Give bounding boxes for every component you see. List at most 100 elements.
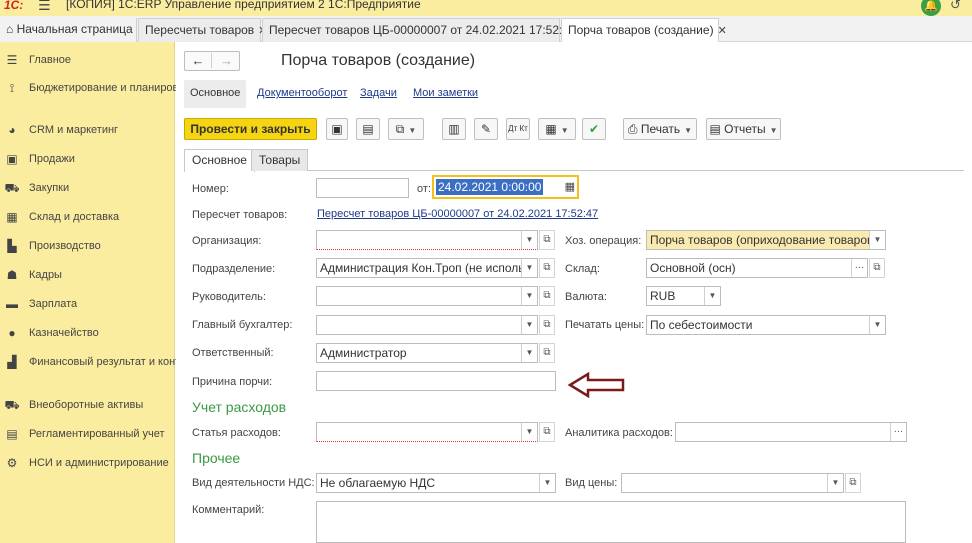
tab-recounts[interactable]: Пересчеты товаров✕	[138, 18, 267, 42]
recount-label: Пересчет товаров:	[192, 209, 288, 221]
tab-basic[interactable]: Основное	[184, 149, 255, 172]
history-icon[interactable]: ↺	[950, 0, 961, 13]
bag-icon: ▣	[6, 152, 18, 166]
open-icon[interactable]: ⧉	[539, 230, 555, 250]
chevron-down-icon[interactable]: ▼	[869, 231, 885, 249]
reason-field[interactable]	[316, 371, 556, 391]
open-icon[interactable]: ⧉	[539, 286, 555, 306]
recount-link[interactable]: Пересчет товаров ЦБ-00000007 от 24.02.20…	[317, 208, 598, 220]
cost-item-field[interactable]: ▼	[316, 422, 538, 442]
chevron-down-icon[interactable]: ▼	[539, 474, 555, 492]
open-icon[interactable]: ⧉	[539, 258, 555, 278]
menu-lines-icon: ☰	[6, 53, 18, 67]
organization-field[interactable]: ▼	[316, 230, 538, 250]
create-based-icon[interactable]: ⧉ ▼	[388, 118, 424, 140]
document-form: ← → Порча товаров (создание) Основное До…	[176, 42, 972, 543]
post-icon[interactable]: ▤	[356, 118, 380, 140]
window-title: [КОПИЯ] 1С:ERP Управление предприятием 2…	[66, 0, 421, 11]
tab-label: Пересчет товаров ЦБ-00000007 от 24.02.20…	[269, 23, 576, 37]
section-notes[interactable]: Мои заметки	[413, 80, 478, 108]
calculator-icon: ▤	[6, 427, 18, 441]
responsible-field[interactable]: Администратор ▼	[316, 343, 538, 363]
truck-icon: ⛟	[4, 398, 20, 412]
tab-home[interactable]: ⌂ Начальная страница	[0, 18, 137, 42]
print-button[interactable]: ⎙ Печать ▼	[623, 118, 697, 140]
more-icon[interactable]: …	[890, 423, 906, 441]
from-label: от:	[417, 183, 431, 195]
reason-label: Причина порчи:	[192, 376, 273, 388]
tab-label: Начальная страница	[16, 22, 133, 36]
price-type-label: Вид цены:	[565, 477, 618, 489]
section-tasks[interactable]: Задачи	[360, 80, 397, 108]
dtkt-icon[interactable]: Дт Кт	[506, 118, 530, 140]
grid-icon: ▦	[6, 210, 18, 224]
chevron-down-icon[interactable]: ▼	[521, 423, 537, 441]
edit-icon[interactable]: ✎	[474, 118, 498, 140]
attachments-icon[interactable]: ▦ ▼	[538, 118, 576, 140]
cart-icon: ⛟	[4, 181, 20, 195]
chevron-down-icon[interactable]: ▼	[521, 316, 537, 334]
home-icon: ⌂	[6, 22, 14, 36]
save-icon[interactable]: ▣	[326, 118, 348, 140]
printer-icon: ⎙	[627, 122, 638, 136]
department-label: Подразделение:	[192, 263, 276, 275]
chevron-down-icon[interactable]: ▼	[521, 344, 537, 362]
print-prices-field[interactable]: По себестоимости ▼	[646, 315, 886, 335]
comment-label: Комментарий:	[192, 504, 265, 516]
open-icon[interactable]: ⧉	[539, 315, 555, 335]
operation-field[interactable]: Порча товаров (оприходование товаров по ▼	[646, 230, 886, 250]
tab-goods[interactable]: Товары	[251, 149, 309, 171]
accountant-label: Главный бухгалтер:	[192, 319, 293, 331]
cost-analytics-field[interactable]: …	[675, 422, 907, 442]
coin-icon: ●	[8, 326, 16, 340]
vat-field[interactable]: Не облагаемую НДС ▼	[316, 473, 556, 493]
currency-field[interactable]: RUB ▼	[646, 286, 721, 306]
factory-icon: ▙	[7, 239, 17, 253]
reports-button[interactable]: ▤ Отчеты ▼	[706, 118, 781, 140]
forward-arrow-icon[interactable]: →	[213, 53, 240, 68]
number-field[interactable]	[316, 178, 409, 198]
chevron-down-icon[interactable]: ▼	[704, 287, 720, 305]
nav-buttons: ← →	[184, 51, 240, 71]
warehouse-field[interactable]: Основной (осн)…	[646, 258, 868, 278]
chevron-down-icon[interactable]: ▼	[827, 474, 843, 492]
tab-recount-doc[interactable]: Пересчет товаров ЦБ-00000007 от 24.02.20…	[262, 18, 589, 42]
close-icon[interactable]: ✕	[718, 25, 727, 37]
section-docflow[interactable]: Документооборот	[257, 80, 347, 108]
date-field[interactable]: 24.02.2021 0:00:00 ▦	[432, 175, 579, 199]
vat-label: Вид деятельности НДС:	[192, 477, 315, 489]
open-icon[interactable]: ⧉	[539, 343, 555, 363]
open-icon[interactable]: ⧉	[869, 258, 885, 278]
person-icon: ☗	[6, 268, 18, 282]
post-and-close-button[interactable]: Провести и закрыть	[184, 118, 317, 140]
gear-icon: ⚙	[6, 456, 18, 470]
back-arrow-icon[interactable]: ←	[185, 53, 212, 68]
open-icon[interactable]: ⧉	[845, 473, 861, 493]
tab-label: Порча товаров (создание)	[568, 23, 714, 37]
accountant-field[interactable]: ▼	[316, 315, 538, 335]
calendar-icon[interactable]: ▦	[565, 180, 575, 193]
chevron-down-icon[interactable]: ▼	[521, 287, 537, 305]
comment-textarea[interactable]	[316, 501, 906, 543]
more-icon[interactable]: …	[851, 259, 867, 277]
movements-icon[interactable]: ▥	[442, 118, 466, 140]
sidebar: ☰ Главное ⟟ Бюджетирование и планировани…	[0, 42, 221, 543]
form-tabs: Основное Товары	[184, 149, 964, 172]
department-field[interactable]: Администрация Кон.Троп (не использов: ▼	[316, 258, 538, 278]
head-field[interactable]: ▼	[316, 286, 538, 306]
chevron-down-icon[interactable]: ▼	[869, 316, 885, 334]
notifications-icon[interactable]: 🔔	[921, 0, 941, 16]
chevron-down-icon[interactable]: ▼	[521, 231, 537, 249]
budget-icon: ⟟	[9, 81, 15, 95]
section-main[interactable]: Основное	[184, 80, 247, 108]
check-icon[interactable]: ✔	[582, 118, 606, 140]
organization-label: Организация:	[192, 235, 262, 247]
cost-analytics-label: Аналитика расходов:	[565, 427, 673, 439]
head-label: Руководитель:	[192, 291, 266, 303]
open-icon[interactable]: ⧉	[539, 422, 555, 442]
price-type-field[interactable]: ▼	[621, 473, 844, 493]
main-menu-icon[interactable]: ☰	[38, 0, 51, 14]
tab-damage-create[interactable]: Порча товаров (создание) ✕	[561, 18, 727, 43]
chevron-down-icon[interactable]: ▼	[521, 259, 537, 277]
warehouse-label: Склад:	[565, 263, 600, 275]
